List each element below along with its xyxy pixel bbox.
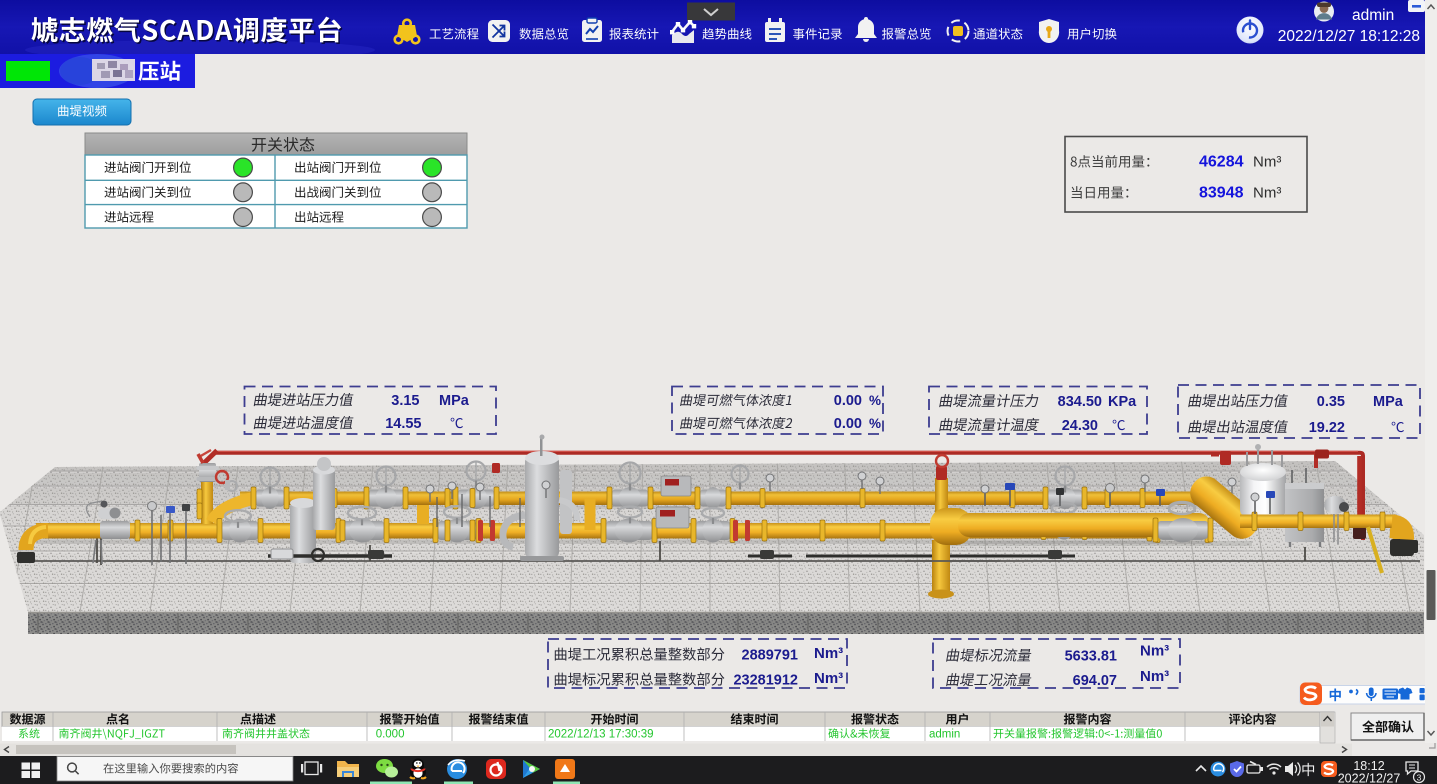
svg-text:3.15: 3.15 [391, 393, 419, 409]
svg-text:Nm³: Nm³ [1140, 668, 1169, 685]
svg-text:0.35: 0.35 [1317, 394, 1345, 410]
svg-text:MPa: MPa [439, 393, 470, 409]
svg-text:834.50: 834.50 [1058, 394, 1102, 410]
svg-text:46284: 46284 [1199, 154, 1244, 171]
svg-text:%: % [869, 416, 881, 431]
svg-text:83948: 83948 [1199, 185, 1244, 202]
svg-text:Nm³: Nm³ [1253, 154, 1281, 171]
svg-text:Nm³: Nm³ [814, 670, 843, 687]
svg-text:2889791: 2889791 [742, 648, 798, 664]
svg-text:0.00: 0.00 [834, 393, 862, 409]
svg-text:0.000: 0.000 [376, 729, 405, 741]
svg-text:14.55: 14.55 [385, 416, 421, 432]
svg-text:KPa: KPa [1108, 394, 1137, 410]
svg-text:19.22: 19.22 [1309, 420, 1345, 436]
svg-text:694.07: 694.07 [1073, 673, 1117, 689]
svg-text:MPa: MPa [1373, 394, 1404, 410]
svg-text:2022/12/27 18:12:28: 2022/12/27 18:12:28 [1278, 28, 1420, 45]
svg-text:2022/12/13 17:30:39: 2022/12/13 17:30:39 [548, 729, 654, 741]
svg-text:Nm³: Nm³ [1253, 185, 1281, 202]
svg-text:admin: admin [1352, 7, 1394, 24]
svg-text:admin: admin [929, 729, 960, 741]
svg-text:%: % [869, 393, 881, 408]
svg-text:3: 3 [1417, 773, 1422, 783]
svg-text:5633.81: 5633.81 [1065, 649, 1117, 665]
svg-text:Nm³: Nm³ [814, 645, 843, 662]
svg-text:Nm³: Nm³ [1140, 643, 1169, 660]
svg-text:23281912: 23281912 [733, 673, 798, 689]
svg-text:24.30: 24.30 [1062, 418, 1098, 434]
svg-text:0.00: 0.00 [834, 416, 862, 432]
svg-text:2022/12/27: 2022/12/27 [1338, 772, 1401, 784]
